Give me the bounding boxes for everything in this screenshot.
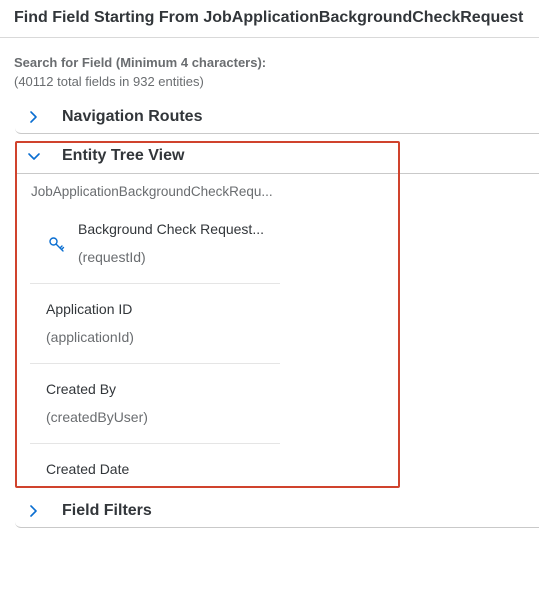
tree-item-application-id[interactable]: Application ID (applicationId) <box>30 284 280 364</box>
tree-item-name: Created Date <box>46 461 130 477</box>
panel-field-filters[interactable]: Field Filters <box>15 496 539 528</box>
tree-item-field-id: (createdByUser) <box>46 409 148 425</box>
tree-item-field-id: (requestId) <box>78 249 146 265</box>
tree-item-field-id: (applicationId) <box>46 329 134 345</box>
panel-field-filters-label: Field Filters <box>62 502 152 519</box>
panel-entity-tree-view-label: Entity Tree View <box>62 147 185 164</box>
tree-item-request-id[interactable]: Background Check Request... (requestId) <box>30 204 280 284</box>
tree-item-name: Created By <box>46 381 117 397</box>
chevron-right-icon <box>27 502 39 520</box>
search-hint-label: Search for Field (Minimum 4 characters): <box>14 55 267 70</box>
chevron-right-icon <box>27 108 39 126</box>
dialog-title: Find Field Starting From JobApplicationB… <box>14 9 524 26</box>
panel-navigation-routes[interactable]: Navigation Routes <box>15 102 539 134</box>
key-icon <box>48 236 66 254</box>
tree-item-created-date[interactable]: Created Date <box>30 444 280 484</box>
chevron-down-icon <box>27 147 40 165</box>
panel-entity-tree-view[interactable]: Entity Tree View <box>15 141 539 174</box>
panel-navigation-routes-label: Navigation Routes <box>62 108 203 125</box>
tree-item-name: Background Check Request... <box>78 221 264 237</box>
field-count-text: (40112 total fields in 932 entities) <box>14 74 204 89</box>
tree-item-name: Application ID <box>46 301 133 317</box>
tree-item-created-by[interactable]: Created By (createdByUser) <box>30 364 280 444</box>
dialog-header: Find Field Starting From JobApplicationB… <box>0 0 539 38</box>
tree-root-entity[interactable]: JobApplicationBackgroundCheckRequ... <box>31 184 273 199</box>
